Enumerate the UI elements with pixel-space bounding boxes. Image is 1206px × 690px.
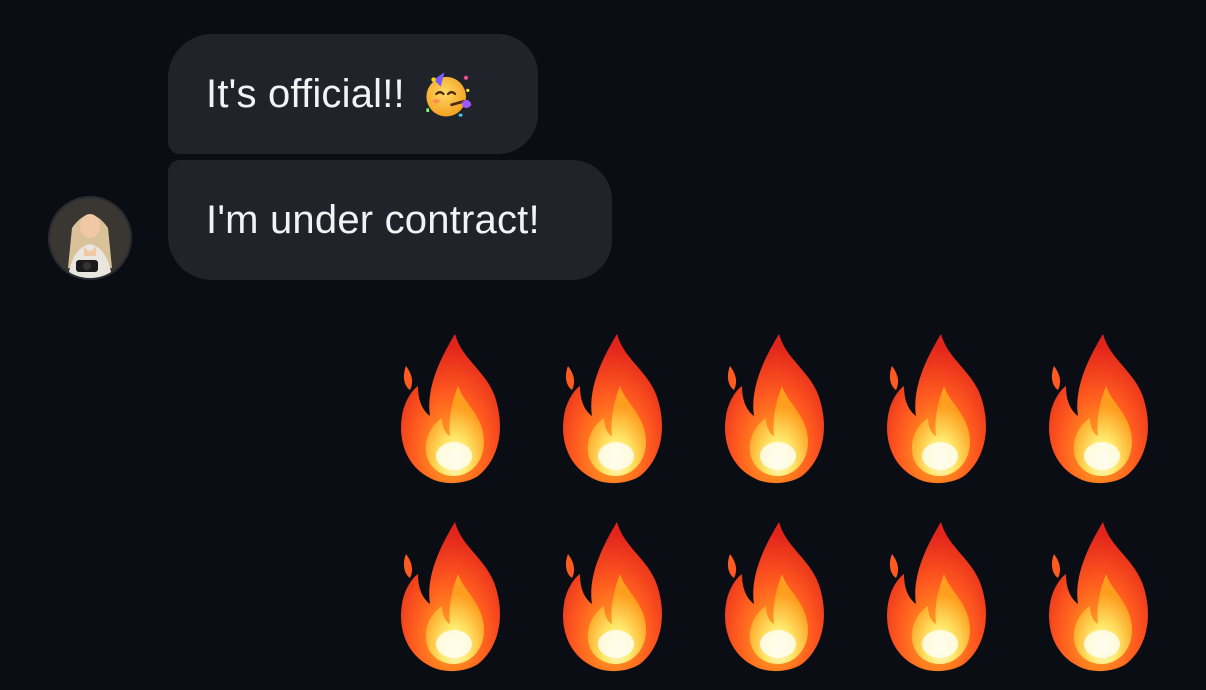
message-text: It's official!!: [206, 71, 405, 116]
fire-icon: [887, 334, 986, 484]
fire-icon: [1049, 522, 1148, 672]
message-bubble[interactable]: I'm under contract!: [168, 160, 612, 280]
fire-icon: [401, 522, 500, 672]
avatar[interactable]: [48, 196, 132, 280]
fire-icon: [563, 522, 662, 672]
message-thread: It's official!! I'm under contract!: [0, 0, 1206, 690]
fire-reaction-grid[interactable]: [392, 330, 1168, 676]
fire-icon: [887, 522, 986, 672]
fire-icon: [725, 522, 824, 672]
message-text: I'm under contract!: [206, 197, 540, 242]
message-bubble[interactable]: It's official!!: [168, 34, 538, 154]
fire-icon: [1049, 334, 1148, 484]
fire-icon: [401, 334, 500, 484]
fire-icon: [725, 334, 824, 484]
partying-face-icon: [426, 72, 472, 117]
profile-photo-icon: [50, 198, 130, 278]
fire-icon: [563, 334, 662, 484]
